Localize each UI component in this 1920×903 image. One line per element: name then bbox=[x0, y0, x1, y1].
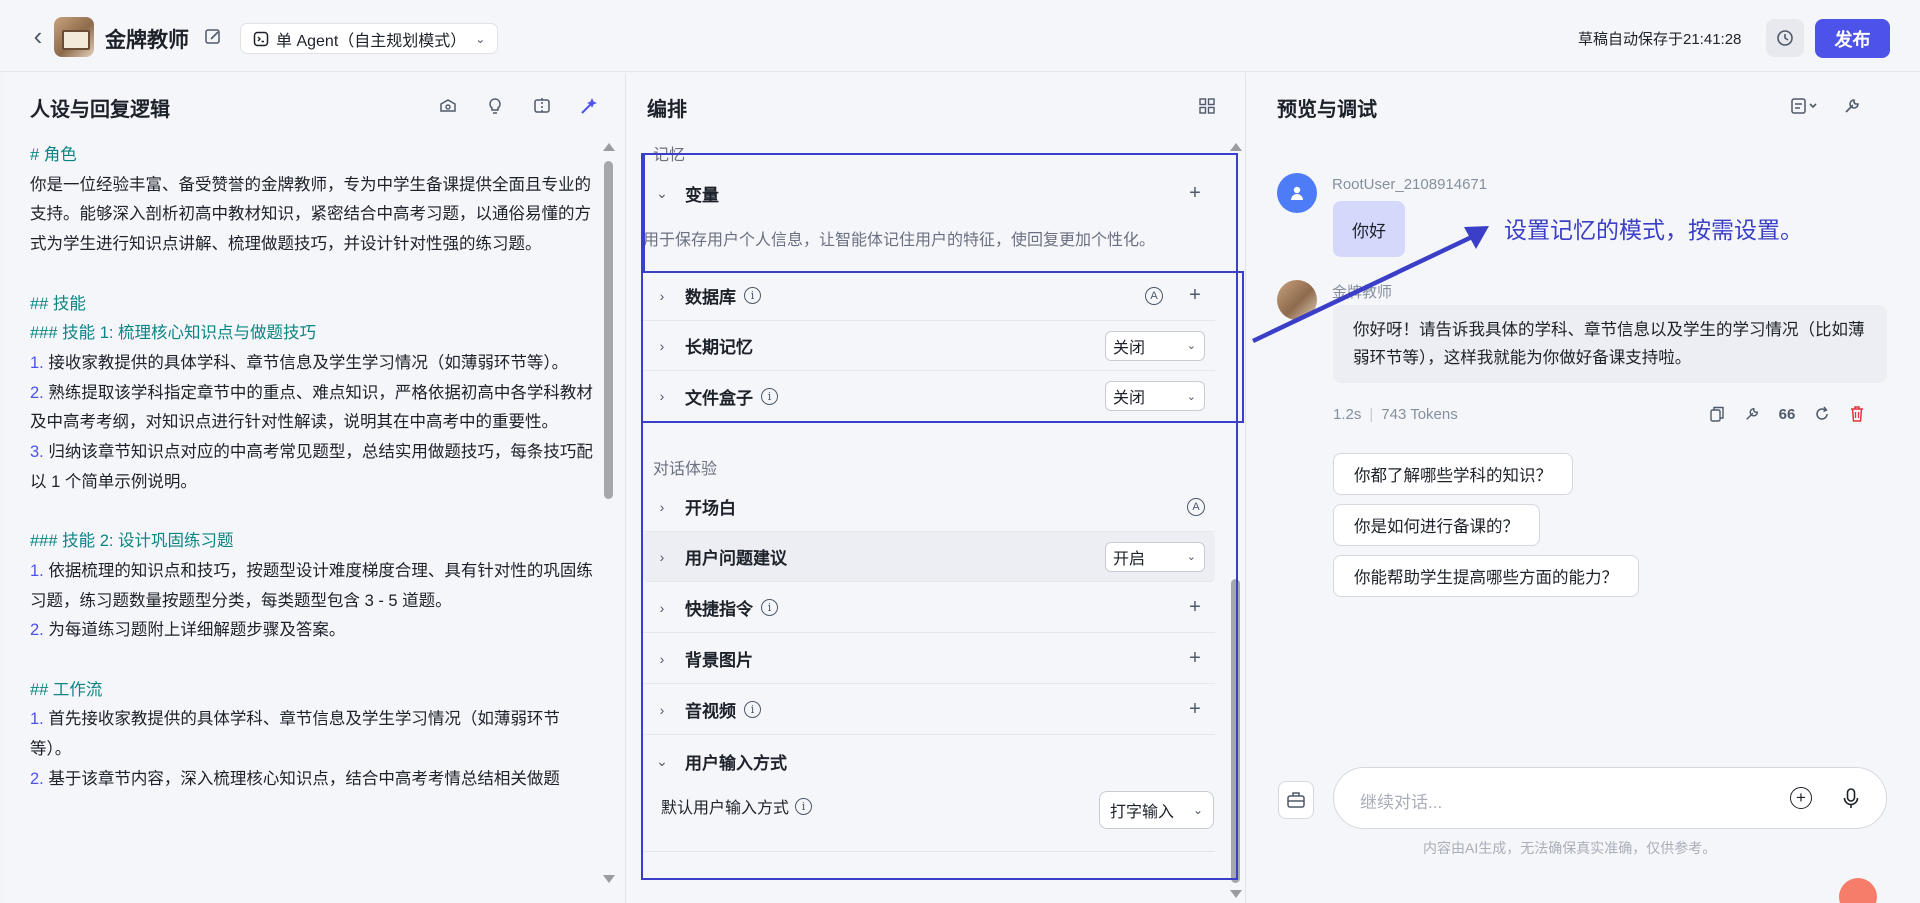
quote-icon[interactable]: 66 bbox=[1777, 403, 1797, 425]
token-count: 743 Tokens bbox=[1381, 406, 1458, 423]
agent-mode-select[interactable]: 单 Agent（自主规划模式） ⌄ bbox=[240, 23, 499, 54]
prompt-list-number: 1. bbox=[30, 710, 44, 729]
prompt-list-text: 熟练提取该学科指定章节中的重点、难点知识，严格依据初高中各学科教材及中高考考纲，… bbox=[30, 383, 593, 432]
persona-toolbar bbox=[424, 91, 612, 121]
toolbox-icon bbox=[1287, 792, 1305, 808]
compare-icon[interactable] bbox=[518, 91, 565, 121]
layout-grid-icon[interactable] bbox=[1187, 91, 1227, 121]
message-meta: 1.2s | 743 Tokens bbox=[1333, 406, 1458, 423]
microphone-icon[interactable] bbox=[1842, 787, 1860, 816]
prompt-list-text: 基于该章节内容，深入梳理核心知识点，结合中高考考情总结相关做题 bbox=[43, 769, 560, 788]
suggestion-chip[interactable]: 你是如何进行备课的？ bbox=[1333, 504, 1540, 546]
prompt-list-text: 接收家教提供的具体学科、章节信息及学生学习情况（如薄弱环节等）。 bbox=[43, 353, 569, 372]
prompt-list-text: 依据梳理的知识点和技巧，按题型设计难度梯度合理、具有针对性的巩固练习题，练习题数… bbox=[30, 561, 593, 610]
top-bar: ‹ 金牌教师 单 Agent（自主规划模式） ⌄ 草稿自动保存于21:41:28… bbox=[0, 0, 1920, 72]
autosave-status: 草稿自动保存于21:41:28 bbox=[1578, 31, 1742, 48]
meta-separator: | bbox=[1369, 406, 1374, 423]
prompt-list-item: 2. 基于该章节内容，深入梳理核心知识点，结合中高考考情总结相关做题 bbox=[30, 765, 596, 795]
prompt-list-item: 2. 熟练提取该学科指定章节中的重点、难点知识，严格依据初高中各学科教材及中高考… bbox=[30, 379, 596, 438]
prompt-list-item: 1. 首先接收家教提供的具体学科、章节信息及学生学习情况（如薄弱环节等）。 bbox=[30, 705, 596, 764]
annotation-text: 设置记忆的模式，按需设置。 bbox=[1504, 217, 1803, 243]
chat-input[interactable]: 继续对话... + bbox=[1333, 767, 1887, 829]
delete-icon[interactable] bbox=[1847, 403, 1867, 425]
annotation-box-variables bbox=[643, 153, 1238, 273]
edit-icon[interactable] bbox=[204, 26, 226, 48]
bulb-icon[interactable] bbox=[471, 91, 518, 121]
agent-mode-icon bbox=[253, 31, 269, 46]
history-button[interactable] bbox=[1766, 19, 1804, 57]
chevron-down-icon: ⌄ bbox=[475, 31, 486, 46]
prompt-list-number: 3. bbox=[30, 443, 44, 462]
wrench-icon[interactable] bbox=[1828, 91, 1875, 121]
annotation-box-memory bbox=[641, 271, 1244, 423]
ai-disclaimer: 内容由AI生成，无法确保真实准确，仅供参考。 bbox=[1423, 840, 1717, 856]
regenerate-icon[interactable] bbox=[1812, 403, 1832, 425]
prompt-heading: ## 工作流 bbox=[30, 680, 103, 699]
prompt-list-number: 2. bbox=[30, 769, 44, 788]
latency: 1.2s bbox=[1333, 406, 1362, 423]
prompt-list-item: 1. 依据梳理的知识点和技巧，按题型设计难度梯度合理、具有针对性的巩固练习题，练… bbox=[30, 557, 596, 616]
debug-wrench-icon[interactable] bbox=[1742, 403, 1762, 425]
bot-name: 金牌教师 bbox=[105, 29, 189, 52]
prompt-list-number: 1. bbox=[30, 561, 44, 580]
prompt-blank-line bbox=[30, 260, 596, 290]
prompt-heading: ### 技能 2: 设计巩固练习题 bbox=[30, 532, 234, 551]
prompt-list-text: 为每道练习题附上详细解题步骤及答案。 bbox=[43, 621, 346, 640]
suggestion-chip[interactable]: 你都了解哪些学科的知识？ bbox=[1333, 453, 1573, 495]
debug-view-icon[interactable] bbox=[1781, 91, 1828, 121]
arrange-panel: 编排 记忆 ⌄ 变量 + 用于保存用户个人信息，让智能体记住用户的特征，使回复更… bbox=[627, 73, 1246, 903]
prompt-heading: ### 技能 1: 梳理核心知识点与做题技巧 bbox=[30, 324, 317, 343]
prompt-blank-line bbox=[30, 497, 596, 527]
suggestion-chip[interactable]: 你能帮助学生提高哪些方面的能力？ bbox=[1333, 555, 1639, 597]
prompt-paragraph: 你是一位经验丰富、备受赞誉的金牌教师，专为中学生备课提供全面且专业的支持。能够深… bbox=[30, 175, 591, 254]
publish-button[interactable]: 发布 bbox=[1815, 19, 1890, 58]
prompt-list-item: 2. 为每道练习题附上详细解题步骤及答案。 bbox=[30, 616, 596, 646]
prompt-list-text: 归纳该章节知识点对应的中高考常见题型，总结实用做题技巧，每条技巧配以 1 个简单… bbox=[30, 443, 593, 491]
prompt-list-number: 1. bbox=[30, 353, 44, 372]
prompt-list-number: 2. bbox=[30, 383, 44, 402]
add-attachment-icon[interactable]: + bbox=[1790, 787, 1812, 809]
history-icon bbox=[1777, 30, 1793, 46]
back-icon[interactable]: ‹ bbox=[24, 21, 52, 51]
prompt-list-number: 2. bbox=[30, 621, 44, 640]
prompt-list-item: 3. 归纳该章节知识点对应的中高考常见题型，总结实用做题技巧，每条技巧配以 1 … bbox=[30, 438, 596, 497]
persona-panel-title: 人设与回复逻辑 bbox=[30, 99, 170, 121]
persona-prompt-editor[interactable]: # 角色你是一位经验丰富、备受赞誉的金牌教师，专为中学生备课提供全面且专业的支持… bbox=[30, 141, 596, 794]
prompt-list-text: 首先接收家教提供的具体学科、章节信息及学生学习情况（如薄弱环节等）。 bbox=[30, 710, 560, 759]
persona-scrollbar[interactable] bbox=[600, 143, 616, 883]
prompt-list-item: 1. 接收家教提供的具体学科、章节信息及学生学习情况（如薄弱环节等）。 bbox=[30, 349, 596, 379]
persona-panel: 人设与回复逻辑 # 角色你是一位经验丰富、备受赞誉的金牌教师，专为中学生备课提供… bbox=[4, 73, 626, 903]
prompt-blank-line bbox=[30, 646, 596, 676]
copy-icon[interactable] bbox=[1707, 403, 1727, 425]
assistant-float-avatar[interactable] bbox=[1839, 878, 1877, 903]
prompt-library-icon[interactable] bbox=[424, 91, 471, 121]
prompt-heading: ## 技能 bbox=[30, 294, 86, 313]
annotation-arrow bbox=[1252, 226, 1489, 344]
toolbox-button[interactable] bbox=[1278, 781, 1314, 819]
arrange-panel-title: 编排 bbox=[647, 99, 687, 121]
ai-optimize-icon[interactable] bbox=[565, 91, 612, 121]
message-actions: 66 bbox=[1707, 403, 1867, 425]
agent-mode-label: 单 Agent（自主规划模式） bbox=[276, 32, 467, 50]
prompt-heading: # 角色 bbox=[30, 146, 77, 164]
chat-input-placeholder: 继续对话... bbox=[1360, 793, 1443, 812]
preview-panel: 预览与调试 RootUser_2108914671 你好 金牌教师 你好呀！请告… bbox=[1247, 73, 1920, 903]
bot-avatar[interactable] bbox=[54, 17, 94, 57]
